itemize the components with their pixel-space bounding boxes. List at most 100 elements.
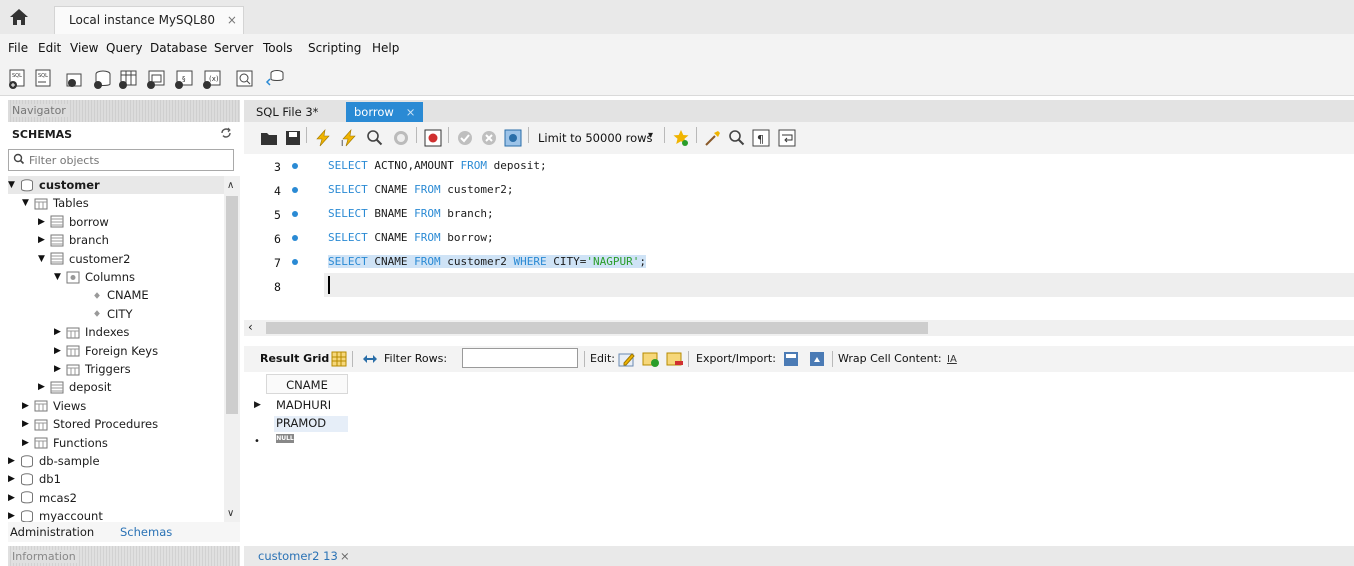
create-view-icon[interactable]: [146, 68, 168, 90]
menu-server[interactable]: Server: [214, 41, 253, 55]
tree-item[interactable]: ▼ Tables: [22, 194, 224, 212]
word-wrap-icon[interactable]: [778, 129, 796, 147]
connection-tab[interactable]: Local instance MySQL80 ×: [54, 6, 244, 34]
grid-layout-icon[interactable]: [330, 350, 348, 368]
stop-icon[interactable]: [392, 129, 410, 147]
filter-objects-field[interactable]: [8, 149, 234, 171]
create-procedure-icon[interactable]: §: [174, 68, 196, 90]
expanded-arrow-icon[interactable]: ▼: [8, 180, 18, 190]
sql-editor[interactable]: 3 SELECT ACTNO,AMOUNT FROM deposit; 4 SELEC…: [244, 154, 1354, 318]
collapsed-arrow-icon[interactable]: ▶: [8, 493, 18, 503]
tab-schemas[interactable]: Schemas: [120, 525, 172, 539]
tree-item[interactable]: ▶ db1: [8, 470, 224, 488]
collapsed-arrow-icon[interactable]: ▶: [54, 346, 64, 356]
expanded-arrow-icon[interactable]: ▼: [54, 272, 64, 282]
code-line[interactable]: 8: [244, 274, 1354, 298]
chevron-down-icon[interactable]: ▾: [648, 130, 653, 141]
find-icon[interactable]: [728, 129, 746, 147]
tree-item[interactable]: CNAME: [90, 286, 224, 304]
export-icon[interactable]: [782, 350, 800, 368]
code-line[interactable]: 3 SELECT ACTNO,AMOUNT FROM deposit;: [244, 154, 1354, 178]
explain-icon[interactable]: [366, 129, 384, 147]
menu-help[interactable]: Help: [372, 41, 399, 55]
create-table-icon[interactable]: [118, 68, 140, 90]
collapsed-arrow-icon[interactable]: ▶: [8, 474, 18, 484]
tab-borrow[interactable]: borrow ×: [346, 102, 424, 122]
import-icon[interactable]: [808, 350, 826, 368]
add-snippet-icon[interactable]: [672, 129, 690, 147]
tree-item[interactable]: ▶ Indexes: [54, 323, 224, 341]
editor-horizontal-scrollbar[interactable]: ‹: [244, 320, 1354, 336]
collapsed-arrow-icon[interactable]: ▶: [22, 419, 32, 429]
autocommit-icon[interactable]: [504, 129, 522, 147]
menu-database[interactable]: Database: [150, 41, 207, 55]
tree-item[interactable]: ▶ borrow: [38, 213, 224, 231]
tree-item[interactable]: ▶ myaccount: [8, 507, 224, 522]
execute-icon[interactable]: [314, 129, 332, 147]
collapsed-arrow-icon[interactable]: ▶: [54, 327, 64, 337]
tree-item[interactable]: ▶ Triggers: [54, 360, 224, 378]
collapsed-arrow-icon[interactable]: ▶: [54, 364, 64, 374]
tree-item[interactable]: ▶ Views: [22, 397, 224, 415]
save-icon[interactable]: [284, 129, 302, 147]
table-cell[interactable]: PRAMOD: [274, 416, 348, 432]
menu-scripting[interactable]: Scripting: [308, 41, 361, 55]
expanded-arrow-icon[interactable]: ▼: [22, 198, 32, 208]
collapsed-arrow-icon[interactable]: ▶: [38, 382, 48, 392]
table-cell[interactable]: MADHURI: [274, 398, 348, 414]
close-tab-icon[interactable]: ×: [406, 105, 416, 119]
navigator-scrollbar[interactable]: ∧ ∨: [224, 176, 240, 522]
result-grid-label[interactable]: Result Grid: [260, 352, 329, 365]
invisible-characters-icon[interactable]: ¶: [752, 129, 770, 147]
inspector-icon[interactable]: [64, 68, 86, 90]
collapsed-arrow-icon[interactable]: ▶: [38, 217, 48, 227]
tab-administration[interactable]: Administration: [10, 525, 94, 539]
code-line[interactable]: 5 SELECT BNAME FROM branch;: [244, 202, 1354, 226]
collapsed-arrow-icon[interactable]: ▶: [8, 511, 18, 521]
open-file-icon[interactable]: [260, 129, 278, 147]
create-function-icon[interactable]: (x): [202, 68, 224, 90]
scrollbar-thumb[interactable]: [266, 322, 928, 334]
code-line[interactable]: 6 SELECT CNAME FROM borrow;: [244, 226, 1354, 250]
scroll-left-icon[interactable]: ‹: [248, 320, 253, 334]
insert-row-icon[interactable]: [642, 350, 660, 368]
tree-item[interactable]: ▶ Foreign Keys: [54, 342, 224, 360]
close-icon[interactable]: ×: [340, 549, 350, 563]
close-icon[interactable]: ×: [227, 13, 237, 27]
tree-item[interactable]: ▶ Functions: [22, 434, 224, 452]
tree-item[interactable]: ▶ branch: [38, 231, 224, 249]
delete-row-icon[interactable]: [666, 350, 684, 368]
limit-rows-select[interactable]: Limit to 50000 rows: [538, 131, 653, 145]
toggle-error-icon[interactable]: [424, 129, 442, 147]
tree-item[interactable]: ▼ customer2: [38, 250, 224, 268]
wrap-text-icon[interactable]: IA: [946, 350, 960, 368]
tree-item[interactable]: ▼ customer: [8, 176, 224, 194]
refresh-icon[interactable]: [220, 127, 232, 139]
menu-file[interactable]: File: [8, 41, 28, 55]
collapsed-arrow-icon[interactable]: ▶: [38, 235, 48, 245]
collapsed-arrow-icon[interactable]: ▶: [22, 401, 32, 411]
null-badge[interactable]: NULL: [276, 434, 294, 443]
new-sql-tab-icon[interactable]: SQL: [8, 68, 30, 90]
menu-tools[interactable]: Tools: [263, 41, 293, 55]
tree-item[interactable]: ▶ db-sample: [8, 452, 224, 470]
expanded-arrow-icon[interactable]: ▼: [38, 254, 48, 264]
scrollbar-thumb[interactable]: [226, 196, 238, 414]
filter-rows-input[interactable]: [462, 348, 578, 368]
edit-row-icon[interactable]: [618, 350, 636, 368]
execute-current-icon[interactable]: I: [340, 129, 358, 147]
code-line[interactable]: 7 SELECT CNAME FROM customer2 WHERE CITY=…: [244, 250, 1354, 274]
code-line[interactable]: 4 SELECT CNAME FROM customer2;: [244, 178, 1354, 202]
menu-query[interactable]: Query: [106, 41, 142, 55]
scroll-down-icon[interactable]: ∨: [227, 508, 234, 519]
search-table-data-icon[interactable]: [234, 68, 256, 90]
tab-sql-file-3[interactable]: SQL File 3*: [248, 102, 326, 122]
create-schema-icon[interactable]: [92, 68, 114, 90]
beautify-icon[interactable]: [704, 129, 722, 147]
tree-item[interactable]: ▶ mcas2: [8, 489, 224, 507]
filter-objects-input[interactable]: [29, 152, 229, 168]
tree-item[interactable]: ▶ deposit: [38, 378, 224, 396]
reconnect-icon[interactable]: [264, 68, 286, 90]
collapsed-arrow-icon[interactable]: ▶: [22, 438, 32, 448]
home-icon[interactable]: [8, 8, 30, 26]
